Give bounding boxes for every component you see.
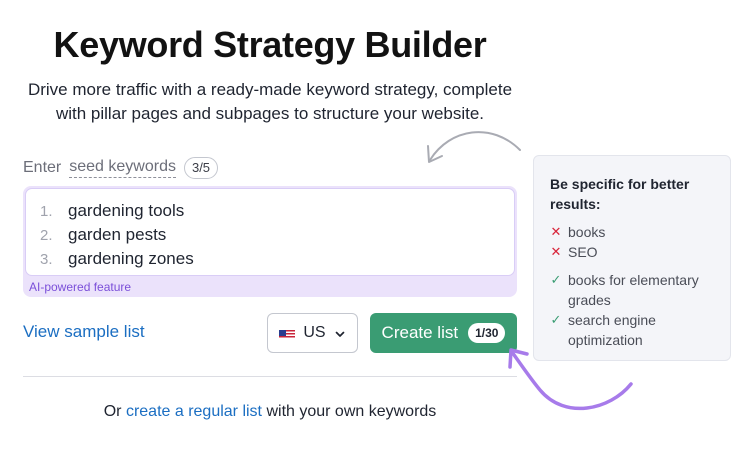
keyword-text: garden pests xyxy=(68,225,167,244)
create-list-button[interactable]: Create list 1/30 xyxy=(370,313,517,353)
create-list-quota-badge: 1/30 xyxy=(468,323,506,343)
keyword-line-number: 2. xyxy=(40,226,53,244)
us-flag-icon xyxy=(279,328,296,339)
seed-keywords-tooltip-trigger[interactable]: seed keywords xyxy=(69,158,176,178)
create-list-label: Create list xyxy=(381,323,459,342)
seed-count-badge: 3/5 xyxy=(183,157,219,179)
chevron-down-icon xyxy=(334,327,346,339)
regular-list-suffix: with your own keywords xyxy=(266,403,437,420)
seed-keywords-textarea[interactable]: 1. gardening tools 2. garden pests 3. ga… xyxy=(25,188,515,276)
subtitle-line-2: with pillar pages and subpages to struct… xyxy=(55,104,485,123)
subtitle-line-1: Drive more traffic with a ready-made key… xyxy=(27,80,513,99)
check-icon: ✓ xyxy=(550,272,562,287)
keyword-line: 3. gardening zones xyxy=(40,247,194,271)
tip-good-example: ✓ books for elementary grades xyxy=(550,270,716,310)
country-code: US xyxy=(303,324,326,341)
check-icon: ✓ xyxy=(550,312,562,327)
page-title: Keyword Strategy Builder xyxy=(53,24,487,65)
tips-title: Be specific for better results: xyxy=(550,176,690,212)
keyword-line: 1. gardening tools xyxy=(40,199,184,223)
tip-text: books for elementary grades xyxy=(568,272,699,308)
page-subtitle: Drive more traffic with a ready-made key… xyxy=(0,78,540,126)
tips-panel: Be specific for better results: ✕ books … xyxy=(533,155,731,361)
keyword-text: gardening tools xyxy=(68,201,185,220)
tip-bad-example: ✕ books xyxy=(550,222,716,242)
regular-list-prefix: Or xyxy=(103,403,122,420)
seed-label-prefix: Enter xyxy=(23,159,62,176)
view-sample-list-link[interactable]: View sample list xyxy=(23,322,145,342)
tip-bad-example: ✕ SEO xyxy=(550,242,716,262)
keyword-text: gardening zones xyxy=(68,249,194,268)
x-icon: ✕ xyxy=(550,244,562,259)
country-select[interactable]: US xyxy=(267,313,358,353)
seed-keywords-label: Enter seed keywords 3/5 xyxy=(23,156,219,180)
tip-text: SEO xyxy=(568,244,598,260)
gray-arrow-icon xyxy=(427,131,521,163)
tip-text: books xyxy=(568,224,606,240)
create-regular-list-link[interactable]: create a regular list xyxy=(126,403,262,420)
keyword-line-number: 3. xyxy=(40,250,53,268)
x-icon: ✕ xyxy=(550,224,562,239)
regular-list-prompt: Or create a regular list with your own k… xyxy=(0,403,540,421)
keyword-line: 2. garden pests xyxy=(40,223,166,247)
keyword-input-container: 1. gardening tools 2. garden pests 3. ga… xyxy=(23,186,517,297)
keyword-line-number: 1. xyxy=(40,202,53,220)
ai-powered-label: AI-powered feature xyxy=(29,280,132,294)
tip-text: search engine optimization xyxy=(568,312,656,348)
divider xyxy=(23,376,517,377)
tip-good-example: ✓ search engine optimization xyxy=(550,310,716,350)
